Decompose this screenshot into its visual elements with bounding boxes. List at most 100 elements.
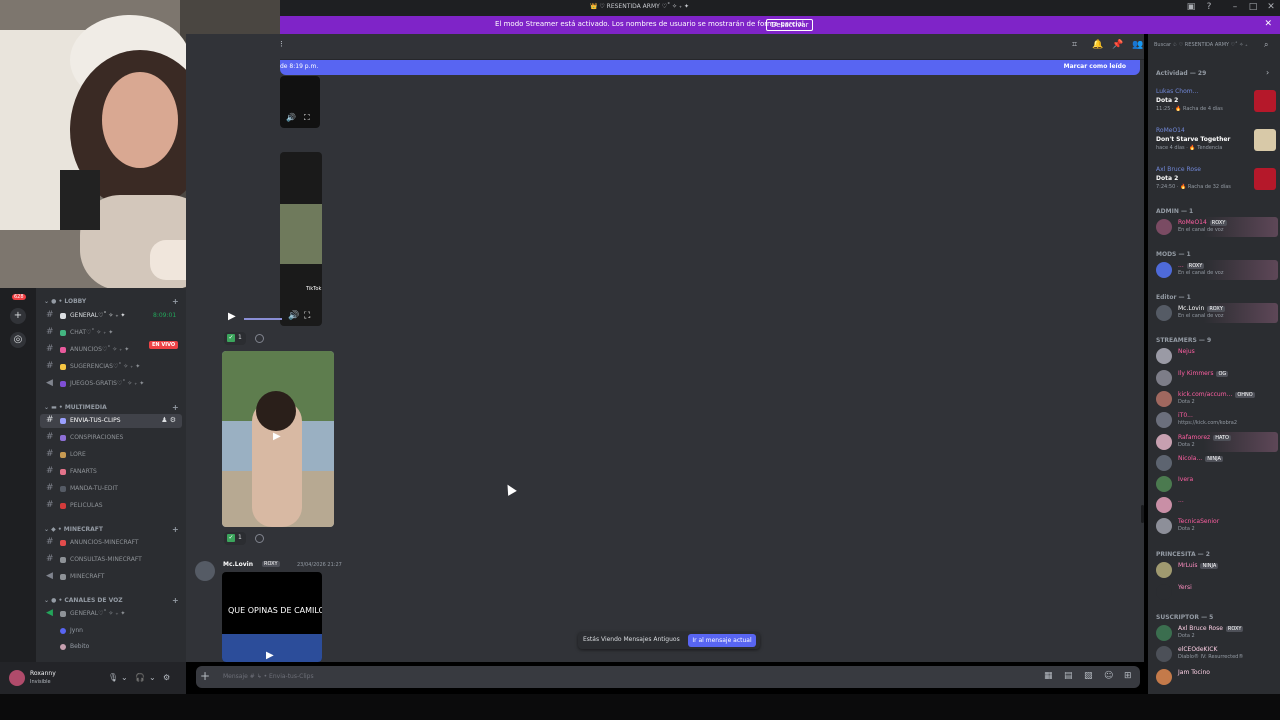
maximize-icon[interactable]: □ [1246,2,1260,12]
category-minecraft[interactable]: ⌄ ◆ • MINECRAFT + [44,525,179,534]
member-row[interactable]: ... [1154,495,1278,515]
close-window-icon[interactable]: ✕ [1264,2,1278,12]
channel-consultas-minecraft[interactable]: # CONSULTAS-MINECRAFT [40,553,182,567]
member-row[interactable]: Ivera [1154,474,1278,494]
message-composer: + Mensaje # ↳ • Envia-tus-Clips ▦ ▤ ▧ ☺ … [196,666,1140,688]
category-voice[interactable]: ⌄ ● • CANALES DE VOZ + [44,596,179,605]
avatar[interactable] [195,561,215,581]
activity-card[interactable]: RoMeO14 Don't Starve Together hace 4 días … [1156,127,1278,163]
activity-card[interactable]: Lukas Chom... Dota 2 11:25 · 🔥 Racha de 4 … [1156,88,1278,124]
seek-bar[interactable] [244,318,282,320]
channel-lore[interactable]: # LORE [40,448,182,462]
video-attachment[interactable]: 🔊 ⛶ [280,76,320,128]
channel-sugerencias[interactable]: # SUGERENCIAS♡˚ ✧ ₊ ✦ [40,360,182,374]
add-channel-icon[interactable]: + [172,596,179,605]
gift-icon[interactable]: ▦ [1044,671,1053,681]
video-attachment[interactable]: ▶ [222,351,334,527]
message-author[interactable]: Mc.Lovin [223,561,253,568]
member-row[interactable]: Ily Kimmers OG [1154,368,1278,388]
search-icon[interactable]: ⌕ [1264,40,1268,50]
chevron-down-icon[interactable]: ⌄ [121,673,128,682]
reaction-checkmark[interactable]: ✓ 1 [224,532,246,545]
pin-icon[interactable]: 📌 [1112,40,1123,50]
dismiss-banner-icon[interactable]: ✕ [1264,19,1272,29]
help-icon[interactable]: ? [1202,2,1216,12]
sticker-icon[interactable]: ▧ [1084,671,1093,681]
video-attachment[interactable]: TikTok [280,152,322,326]
volume-icon[interactable]: 🔊 [288,311,299,321]
channel-envia-tus-clips[interactable]: # ENVIA-TUS-CLIPS ♟ ⚙ [40,414,182,428]
member-row[interactable]: Nicola... NINJA [1154,453,1278,473]
member-row[interactable]: MrLuis NINJA [1154,560,1278,580]
member-list-icon[interactable]: 👥 [1132,40,1143,50]
add-channel-icon[interactable]: + [172,525,179,534]
search-input[interactable]: Buscar ♤ ♡ RESENTIDA ARMY ♡˚ ✧ ₊ [1154,42,1248,48]
explore-servers-icon[interactable]: ◎ [10,332,26,348]
new-messages-bar[interactable]: de 8:19 p.m. Marcar como leído [280,60,1140,75]
channel-manda-tu-edit[interactable]: # MANDA-TU-EDIT [40,482,182,496]
member-row[interactable]: RoMeO14 ROXY En el canal de voz [1154,217,1278,237]
chevron-right-icon[interactable]: › [1266,68,1269,77]
bell-icon[interactable]: 🔔 [1092,40,1103,50]
member-row[interactable]: iT0... https://kick.com/kobra2 [1154,410,1278,430]
mark-as-read-button[interactable]: Marcar como leído [1064,63,1126,70]
channel-settings-icon[interactable]: ♟ ⚙ [161,416,176,424]
play-icon[interactable]: ▶ [266,650,274,661]
channel-fanarts[interactable]: # FANARTS [40,465,182,479]
play-icon[interactable]: ▶ [228,311,236,322]
threads-icon[interactable]: ⌗ [1072,40,1077,50]
avatar[interactable] [9,670,25,686]
inbox-icon[interactable]: ▣ [1184,2,1198,12]
minimize-icon[interactable]: – [1228,2,1242,12]
fullscreen-icon[interactable]: ⛶ [304,113,310,123]
channel-emoji [60,418,66,424]
voice-user[interactable]: Bebito [60,643,89,650]
channel-anuncios-minecraft[interactable]: # ANUNCIOS-MINECRAFT [40,536,182,550]
category-multimedia[interactable]: ⌄ ▬ • MULTIMEDIA + [44,403,179,412]
voice-user[interactable]: Jynn [60,627,83,634]
member-row[interactable]: elCEOdeKICK Diablo® IV: Resurrected® [1154,644,1278,664]
category-lobby[interactable]: ⌄ ● • LOBBY + [44,297,179,306]
jump-to-present-button[interactable]: Ir al mensaje actual [688,634,756,647]
gif-icon[interactable]: ▤ [1064,671,1073,681]
member-row[interactable]: Mc.Lovin ROXY En el canal de voz [1154,303,1278,323]
deactivate-button[interactable]: Desactivar [766,19,814,31]
chat-scrollbar[interactable] [1141,505,1144,523]
member-row[interactable]: Yersi [1154,582,1278,602]
channel-peliculas[interactable]: # PELICULAS [40,499,182,513]
member-row[interactable]: Axl Bruce Rose ROXY Dota 2 [1154,623,1278,643]
channel-conspiraciones[interactable]: # CONSPIRACIONES [40,431,182,445]
screen-bottom-bar [0,694,1280,720]
voice-channel-general[interactable]: ◀ GENERAL♡˚ ✧ ₊ ✦ [40,607,182,621]
volume-icon[interactable]: 🔊 [286,113,296,122]
add-channel-icon[interactable]: + [172,297,179,306]
channel-minecraft-voice[interactable]: ◀ MINECRAFT [40,570,182,584]
member-row[interactable]: ... ROXY En el canal de voz [1154,260,1278,280]
add-reaction-icon[interactable] [255,334,264,343]
fullscreen-icon[interactable]: ⛶ [304,311,310,321]
activity-card[interactable]: Axl Bruce Rose Dota 2 7:24:50 · 🔥 Racha de… [1156,166,1278,202]
video-attachment[interactable]: QUE OPINAS DE CAMILO? ▶ [222,572,322,662]
chevron-down-icon[interactable]: ⌄ [149,673,156,682]
member-row[interactable]: kick.com/accum... OHNO Dota 2 [1154,389,1278,409]
member-row[interactable]: TecnicaSenior Dota 2 [1154,516,1278,536]
gear-icon[interactable]: ⚙ [163,673,170,682]
member-row[interactable]: Jam Tocino [1154,667,1278,687]
member-row[interactable]: Rafamorez HATO Dota 2 [1154,432,1278,452]
apps-icon[interactable]: ⊞ [1124,671,1132,681]
headphones-icon[interactable]: 🎧 [135,673,145,682]
member-row[interactable]: Nejus [1154,346,1278,366]
upload-plus-icon[interactable]: + [200,669,210,683]
channel-chat[interactable]: # CHAT♡˚ ✧ ₊ ✦ [40,326,182,340]
message-input[interactable]: Mensaje # ↳ • Envia-tus-Clips [223,673,314,680]
user-name[interactable]: Roxanny [30,670,56,677]
emoji-icon[interactable]: ☺ [1104,671,1113,681]
add-server-icon[interactable]: + [10,308,26,324]
microphone-icon[interactable]: 🎙 [108,673,118,682]
add-channel-icon[interactable]: + [172,403,179,412]
reaction-checkmark[interactable]: ✓ 1 [224,332,246,345]
channel-juegos-gratis[interactable]: ◀ JUEGOS-GRATIS♡˚ ✧ ₊ ✦ [40,377,182,391]
member-name: Mc.Lovin ROXY [1178,305,1225,312]
add-reaction-icon[interactable] [255,534,264,543]
play-icon[interactable]: ▶ [273,431,281,442]
